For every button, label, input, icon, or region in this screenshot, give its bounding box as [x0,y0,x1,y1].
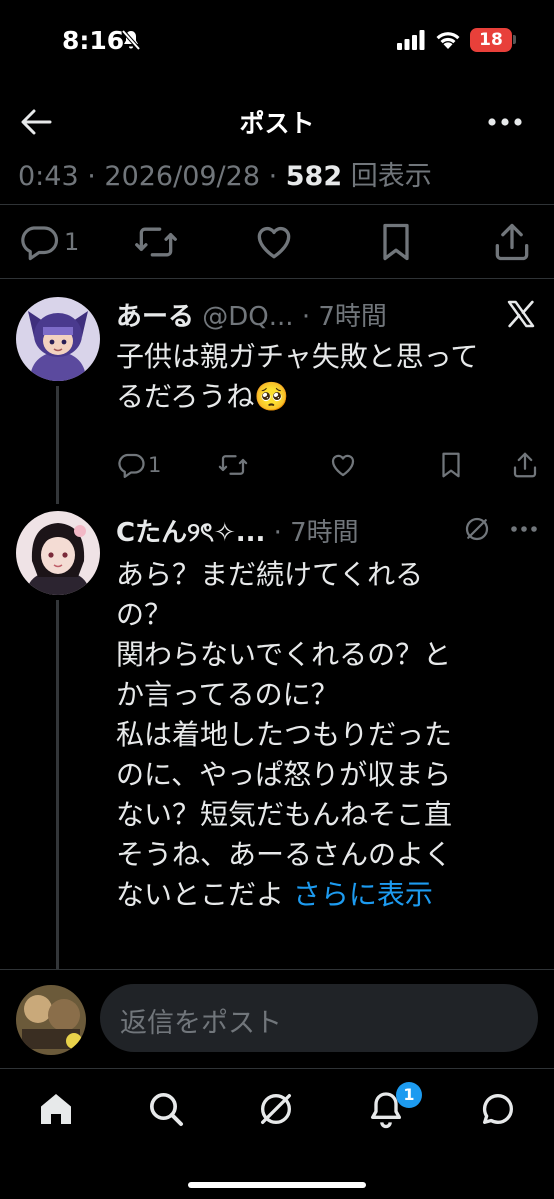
repost-button[interactable] [218,447,248,483]
like-button[interactable] [252,218,296,266]
post-date: 2026/09/28 [104,161,261,192]
display-name[interactable]: あーる [116,302,194,332]
text-line: そうね、あーるさんのよく [116,838,453,871]
tweet-header: Cたん୨ৎ✧... · 7時間 [116,512,359,556]
share-button[interactable] [510,447,540,483]
search-icon[interactable] [146,1089,186,1129]
status-time: 8:16 [62,26,125,55]
text-line: ない？短気だもんねそこ直 [116,798,453,831]
grok-icon[interactable] [462,514,492,544]
text-line: 子供は親ガチャ失敗と思って [116,340,479,373]
view-count[interactable]: 582 [286,161,342,192]
separator-dot: · [265,518,291,548]
text-line-end: ないとこだよ [116,878,285,911]
tab-bar [0,1068,554,1199]
status-bar: 8:16 18 [0,0,554,84]
bookmark-button[interactable] [374,218,418,266]
tweet-actions: 1 [0,447,554,483]
reply-placeholder: 返信をポスト [120,1008,282,1039]
tweet-time: 7時間 [290,518,359,548]
repost-button[interactable] [134,218,178,266]
retweet-icon [135,227,177,257]
tweet-text: あら？まだ続けてくれる の？ 関わらないでくれるの？と か言ってるのに？ 私は着… [116,555,516,915]
post-meta: 0:43 · 2026/09/28 · 582 回表示 [18,154,432,193]
text-line: ないとこだよ さらに表示 [116,875,516,915]
home-icon[interactable] [36,1089,76,1129]
x-logo-icon [507,300,535,328]
retweet-icon [218,455,248,475]
bookmark-icon [383,223,409,261]
display-name[interactable]: Cたん୨ৎ✧... [116,518,265,548]
text-line: か言ってるのに？ [116,678,339,711]
tweet-header: あーる @DQ... · 7時間 [116,296,387,333]
text-line: 私は着地したつもりだった [116,718,453,751]
meta-separator: · [260,161,286,192]
more-icon[interactable] [487,112,523,132]
avatar[interactable] [16,297,100,381]
like-icon [257,227,291,259]
reply-count: 1 [64,228,80,256]
text-line: の？ [116,598,173,631]
separator-dot: · [293,302,319,332]
bookmark-button[interactable] [436,447,466,483]
reply-icon [21,226,59,261]
battery-level: 18 [470,28,512,52]
meta-separator: · [78,161,105,192]
home-indicator [188,1182,366,1188]
text-line: 関わらないでくれるの？と [116,638,452,671]
avatar[interactable] [16,511,100,595]
like-button[interactable] [328,447,358,483]
page-title: ポスト [239,109,315,138]
reply-count: 1 [148,453,162,477]
views-label: 回表示 [350,161,432,192]
text-line: あら？まだ続けてくれる [116,558,424,591]
share-icon [495,223,529,261]
more-icon[interactable] [510,522,538,536]
user-handle[interactable]: @DQ... [202,302,293,332]
share-button[interactable] [490,218,534,266]
tweet-time: 7時間 [318,302,387,332]
bell-slash-icon [121,29,141,51]
divider [0,204,554,205]
text-line: るだろうね🥺 [116,380,290,413]
wifi-icon [436,32,460,49]
like-icon [331,454,355,477]
reply-input[interactable]: 返信をポスト [100,984,538,1052]
text-line: のに、やっぱ怒りが収まら [116,758,452,791]
my-avatar[interactable] [16,985,86,1055]
bookmark-icon [442,452,460,478]
reply-button[interactable]: 1 [18,218,79,266]
thread-line [56,600,59,970]
signal-icon [397,30,425,50]
share-icon [513,452,537,478]
notifications-badge: 1 [396,1082,422,1108]
reply-icon [118,453,145,478]
post-time: 0:43 [18,161,79,192]
messages-icon[interactable] [478,1089,518,1129]
divider [0,969,554,970]
post-actions: 1 [0,218,554,266]
divider [0,278,554,279]
thread-line [56,386,59,504]
tweet-text: 子供は親ガチャ失敗と思って るだろうね🥺 [116,337,516,417]
show-more-link[interactable]: さらに表示 [293,878,433,911]
reply-button[interactable]: 1 [116,447,161,483]
grok-icon[interactable] [256,1089,296,1129]
battery-tip [513,35,516,44]
